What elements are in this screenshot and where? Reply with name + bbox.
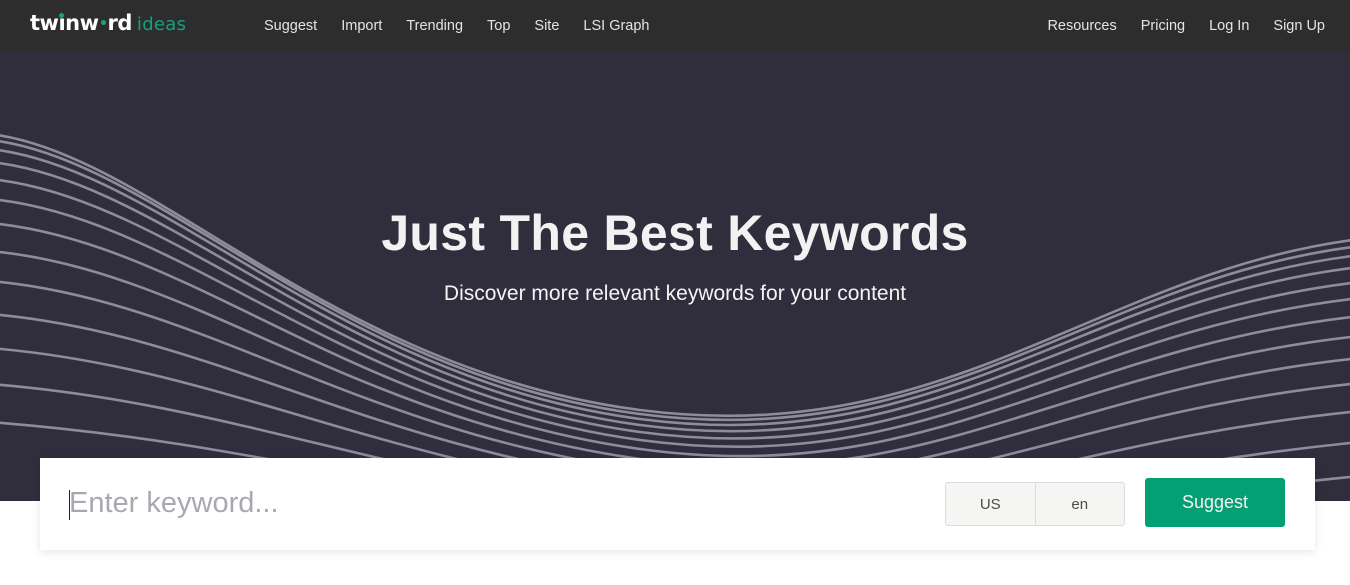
hero-subtitle: Discover more relevant keywords for your…	[443, 282, 907, 305]
suggest-button[interactable]: Suggest	[1145, 478, 1285, 527]
text-cursor	[69, 490, 70, 520]
wave-line	[0, 134, 1350, 418]
primary-nav: Suggest Import Trending Top Site LSI Gra…	[264, 0, 674, 51]
logo-product-name: ideas	[136, 14, 187, 35]
account-nav: Resources Pricing Log In Sign Up	[1023, 0, 1325, 51]
keyword-input[interactable]	[69, 478, 929, 528]
nav-login-link[interactable]: Log In	[1209, 3, 1249, 49]
locale-selector: US en	[945, 482, 1125, 526]
logo-wordmark: twı nw rd	[30, 11, 132, 35]
nav-top-link[interactable]: Top	[487, 3, 510, 49]
keyword-search-form: US en Suggest	[40, 458, 1315, 550]
hero-title: Just The Best Keywords	[381, 205, 969, 261]
language-select[interactable]: en	[1034, 483, 1125, 525]
logo-link[interactable]: twı nw rd ideas	[30, 6, 186, 40]
hero-wave-background	[0, 134, 1350, 501]
top-navigation: twı nw rd ideas Suggest Import Trending To…	[0, 0, 1350, 51]
hero-section: Just The Best Keywords Discover more rel…	[0, 51, 1350, 501]
nav-pricing-link[interactable]: Pricing	[1141, 3, 1185, 49]
nav-import-link[interactable]: Import	[341, 3, 382, 49]
logo-middle-dot-icon	[100, 20, 106, 25]
nav-lsi-graph-link[interactable]: LSI Graph	[583, 3, 649, 49]
nav-signup-link[interactable]: Sign Up	[1273, 3, 1325, 49]
nav-trending-link[interactable]: Trending	[406, 3, 463, 49]
country-select[interactable]: US	[946, 483, 1035, 525]
nav-site-link[interactable]: Site	[534, 3, 559, 49]
nav-suggest-link[interactable]: Suggest	[264, 3, 317, 49]
nav-resources-link[interactable]: Resources	[1047, 3, 1116, 49]
